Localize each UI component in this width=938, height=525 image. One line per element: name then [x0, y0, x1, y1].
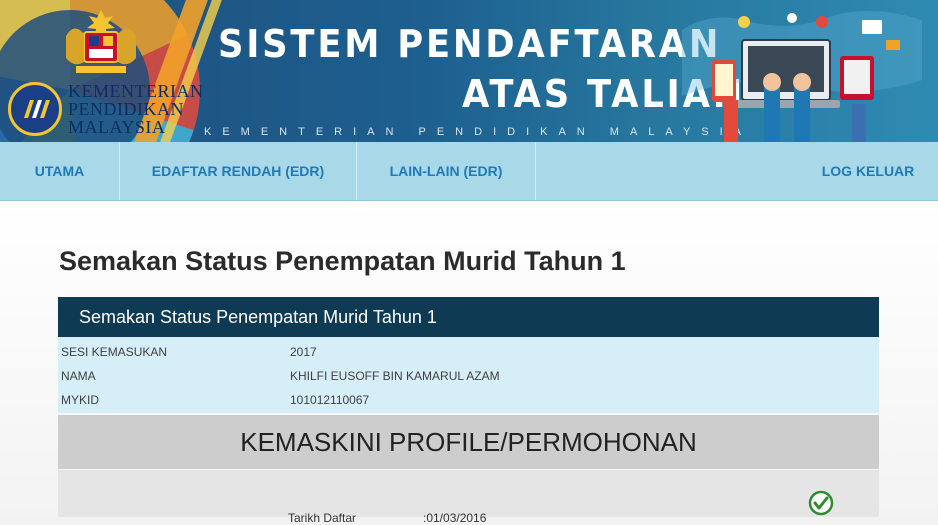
- info-row-sesi: SESI KEMASUKAN 2017: [58, 339, 879, 363]
- main-nav: UTAMA EDAFTAR RENDAH (EDR) LAIN-LAIN (ED…: [0, 142, 938, 201]
- check-circle-icon: [808, 490, 834, 516]
- section-title: KEMASKINI PROFILE/PERMOHONAN: [240, 426, 697, 457]
- panel-header: Semakan Status Penempatan Murid Tahun 1: [58, 297, 879, 337]
- section-heading: KEMASKINI PROFILE/PERMOHONAN: [58, 415, 879, 469]
- page-title: Semakan Status Penempatan Murid Tahun 1: [59, 246, 626, 276]
- tarikh-daftar-value: :01/03/2016: [423, 511, 487, 525]
- ministry-name: KEMENTERIAN PENDIDIKAN MALAYSIA: [68, 82, 203, 136]
- ministry-line-2: PENDIDIKAN: [68, 99, 184, 119]
- nav-item-lain-lain[interactable]: LAIN-LAIN (EDR): [357, 142, 536, 200]
- header-banner: KEMENTERIAN PENDIDIKAN MALAYSIA SISTEM P…: [0, 0, 938, 142]
- info-value: 2017: [290, 345, 317, 359]
- info-row-mykid: MYKID 101012110067: [58, 387, 879, 411]
- system-title-line-1: SISTEM PENDAFTARAN: [218, 22, 722, 66]
- info-label: SESI KEMASUKAN: [61, 345, 168, 359]
- info-value: KHILFI EUSOFF BIN KAMARUL AZAM: [290, 369, 500, 383]
- info-row-nama: NAMA KHILFI EUSOFF BIN KAMARUL AZAM: [58, 363, 879, 387]
- coat-of-arms-icon: [66, 10, 136, 73]
- nav-item-edaftar-rendah[interactable]: EDAFTAR RENDAH (EDR): [120, 142, 357, 200]
- registration-details: Tarikh Daftar :01/03/2016: [58, 470, 879, 525]
- info-value: 101012110067: [290, 393, 370, 407]
- panel-title: Semakan Status Penempatan Murid Tahun 1: [79, 306, 437, 327]
- kpm-logo-icon: [8, 82, 62, 136]
- student-info-table: SESI KEMASUKAN 2017 NAMA KHILFI EUSOFF B…: [58, 337, 879, 413]
- nav-item-utama[interactable]: UTAMA: [0, 142, 120, 200]
- info-label: MYKID: [61, 393, 100, 407]
- info-label: NAMA: [61, 369, 96, 383]
- logout-link[interactable]: LOG KELUAR: [798, 142, 938, 200]
- ministry-line-1: KEMENTERIAN: [68, 81, 204, 101]
- tarikh-daftar-label: Tarikh Daftar: [288, 511, 357, 525]
- ministry-line-3: MALAYSIA: [68, 117, 166, 137]
- banner-subtitle: KEMENTERIAN PENDIDIKAN MALAYSIA: [204, 126, 753, 138]
- online-registration-illustration: [682, 10, 922, 142]
